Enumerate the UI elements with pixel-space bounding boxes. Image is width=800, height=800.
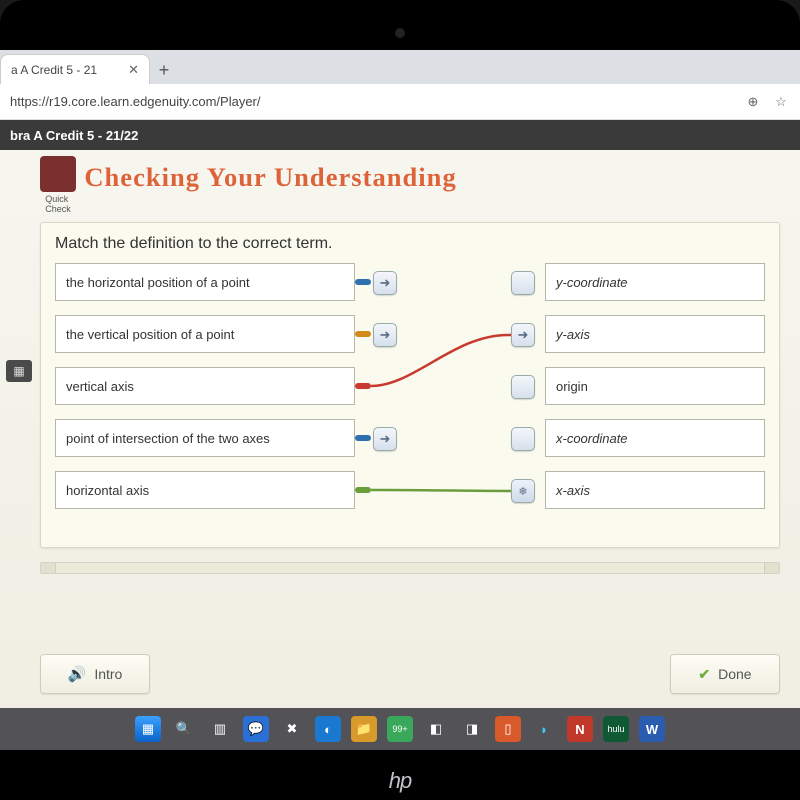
speaker-icon: 🔊 [68, 665, 87, 683]
lesson-page: ▦ Quick Check Checking Your Understandin… [0, 150, 800, 750]
drop-socket-icon[interactable]: ➜ [511, 323, 535, 347]
drop-socket-icon[interactable] [511, 375, 535, 399]
webcam [395, 28, 405, 38]
sidebar-tool-icon[interactable]: ▦ [6, 360, 32, 382]
app-icon[interactable]: ◧ [423, 716, 449, 742]
connector-stub [355, 383, 371, 389]
netflix-icon[interactable]: N [567, 716, 593, 742]
drop-socket-snowflake-icon[interactable]: ❄ [511, 479, 535, 503]
instruction-text: Match the definition to the correct term… [55, 235, 765, 253]
connector-stub [355, 435, 371, 441]
start-icon[interactable]: ▦ [135, 716, 161, 742]
app-icon[interactable]: ◗ [531, 716, 557, 742]
app-icon[interactable]: ◨ [459, 716, 485, 742]
new-tab-button[interactable]: + [150, 56, 178, 84]
term-box[interactable]: origin [545, 367, 765, 405]
course-title: bra A Credit 5 - 21/22 [10, 128, 138, 143]
intro-button[interactable]: 🔊 Intro [40, 654, 150, 694]
app-icon[interactable]: ▯ [495, 716, 521, 742]
tab-title: a A Credit 5 - 21 [11, 63, 97, 77]
word-icon[interactable]: W [639, 716, 665, 742]
zoom-icon[interactable]: ⊕ [744, 93, 762, 111]
term-box[interactable]: y-coordinate [545, 263, 765, 301]
drag-plug-icon[interactable]: ➜ [373, 271, 397, 295]
definition-box[interactable]: the vertical position of a point [55, 315, 355, 353]
drag-plug-icon[interactable]: ➜ [373, 427, 397, 451]
quick-check-badge [40, 156, 76, 192]
close-icon[interactable]: ✕ [128, 62, 139, 78]
term-box[interactable]: x-coordinate [545, 419, 765, 457]
browser-address-bar: https://r19.core.learn.edgenuity.com/Pla… [0, 84, 800, 120]
connector-stub [355, 487, 371, 493]
file-explorer-icon[interactable]: 📁 [351, 716, 377, 742]
favorite-icon[interactable]: ☆ [772, 93, 790, 111]
activity-panel: Match the definition to the correct term… [40, 222, 780, 548]
edge-icon[interactable]: ◐ [315, 716, 341, 742]
drag-plug-icon[interactable]: ➜ [373, 323, 397, 347]
terms-column: y-coordinate y-axis origin x-coordinate … [545, 263, 765, 509]
notification-badge[interactable]: 99+ [387, 716, 413, 742]
drop-socket-icon[interactable] [511, 271, 535, 295]
search-icon[interactable]: 🔍 [171, 716, 197, 742]
done-button[interactable]: ✔ Done [670, 654, 780, 694]
definition-box[interactable]: vertical axis [55, 367, 355, 405]
hp-logo: hp [389, 768, 411, 794]
definition-box[interactable]: point of intersection of the two axes [55, 419, 355, 457]
activity-footer: 🔊 Intro ✔ Done [40, 654, 780, 694]
drop-socket-icon[interactable] [511, 427, 535, 451]
page-header: Quick Check Checking Your Understanding [40, 154, 800, 222]
browser-tabstrip: a A Credit 5 - 21 ✕ + [0, 50, 800, 84]
app-icon[interactable]: ✖ [279, 716, 305, 742]
windows-taskbar[interactable]: ▦ 🔍 ▥ 💬 ✖ ◐ 📁 99+ ◧ ◨ ▯ ◗ N hulu W [0, 708, 800, 750]
page-title: Checking Your Understanding [84, 163, 456, 193]
screen: a A Credit 5 - 21 ✕ + https://r19.core.l… [0, 50, 800, 750]
quick-check-label: Quick Check [45, 194, 71, 214]
task-view-icon[interactable]: ▥ [207, 716, 233, 742]
connector-stub [355, 279, 371, 285]
term-box[interactable]: x-axis [545, 471, 765, 509]
intro-button-label: Intro [94, 666, 122, 682]
hulu-icon[interactable]: hulu [603, 716, 629, 742]
definition-box[interactable]: the horizontal position of a point [55, 263, 355, 301]
chat-icon[interactable]: 💬 [243, 716, 269, 742]
definitions-column: the horizontal position of a point the v… [55, 263, 355, 509]
definition-box[interactable]: horizontal axis [55, 471, 355, 509]
horizontal-scrollbar[interactable] [40, 562, 780, 574]
done-button-label: Done [718, 666, 751, 682]
matching-area[interactable]: the horizontal position of a point the v… [55, 263, 765, 533]
term-box[interactable]: y-axis [545, 315, 765, 353]
url-text[interactable]: https://r19.core.learn.edgenuity.com/Pla… [10, 94, 734, 109]
laptop-bezel: a A Credit 5 - 21 ✕ + https://r19.core.l… [0, 0, 800, 800]
connector-stub [355, 331, 371, 337]
checkmark-icon: ✔ [698, 666, 710, 683]
browser-tab-active[interactable]: a A Credit 5 - 21 ✕ [0, 54, 150, 84]
course-title-bar: bra A Credit 5 - 21/22 [0, 120, 800, 150]
